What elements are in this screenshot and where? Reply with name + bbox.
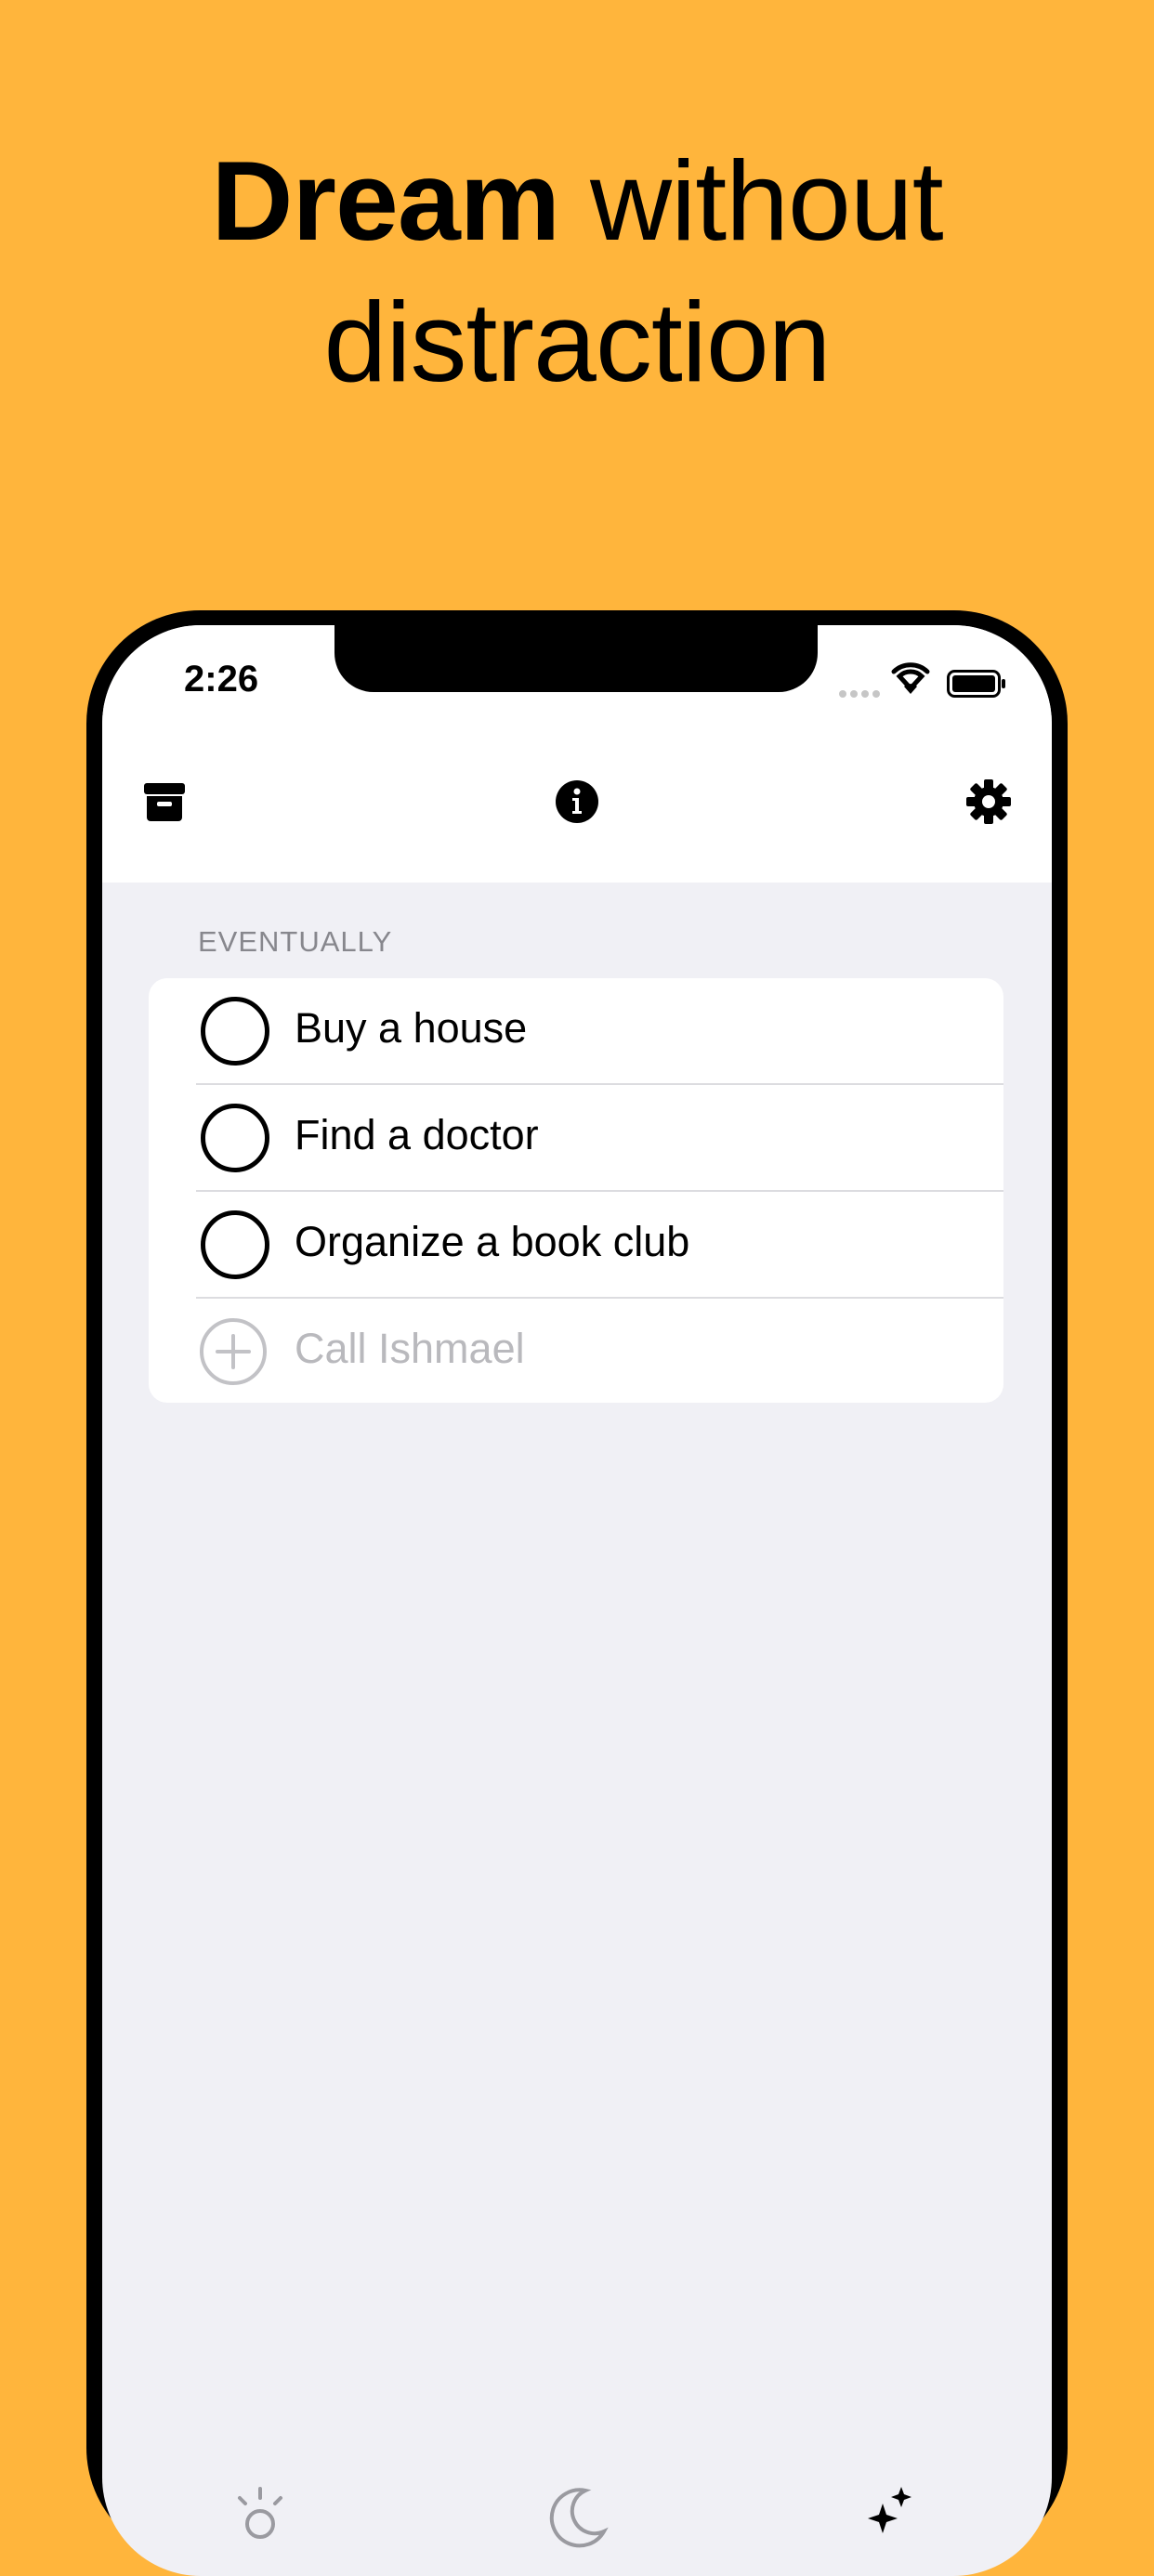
list-item[interactable]: Buy a house: [149, 978, 1003, 1085]
checkbox-circle[interactable]: [201, 1104, 269, 1172]
phone-screen: 2:26 EVENTUALLY Buy a house Find a docto…: [102, 625, 1052, 2576]
wifi-icon: [891, 662, 930, 694]
list-item[interactable]: Organize a book club: [149, 1192, 1003, 1299]
todo-list: Buy a house Find a doctor Organize a boo…: [149, 978, 1003, 1403]
item-label: Find a doctor: [295, 1111, 539, 1158]
status-time: 2:26: [184, 659, 259, 700]
moon-icon[interactable]: [539, 2483, 613, 2557]
marketing-headline: Dream without distraction: [0, 130, 1154, 412]
notch: [334, 625, 818, 692]
item-label: Organize a book club: [295, 1218, 690, 1265]
info-circle-icon[interactable]: [549, 774, 605, 830]
sun-icon[interactable]: [223, 2483, 297, 2557]
checkbox-circle[interactable]: [201, 997, 269, 1066]
section-header: EVENTUALLY: [198, 925, 393, 958]
archive-box-icon[interactable]: [137, 774, 192, 830]
add-item-input[interactable]: Call Ishmael: [295, 1325, 525, 1373]
headline-bold: Dream: [211, 137, 560, 264]
navigation-area: 2:26: [102, 625, 1052, 883]
battery-icon: [947, 670, 1005, 698]
plus-circle-icon[interactable]: [199, 1317, 268, 1386]
gear-icon[interactable]: [961, 774, 1016, 830]
add-item-row[interactable]: Call Ishmael: [149, 1299, 1003, 1406]
checkbox-circle[interactable]: [201, 1210, 269, 1279]
sparkle-icon[interactable]: [855, 2483, 929, 2557]
item-label: Buy a house: [295, 1004, 528, 1052]
list-item[interactable]: Find a doctor: [149, 1085, 1003, 1192]
cellular-signal-icon: [839, 690, 880, 698]
